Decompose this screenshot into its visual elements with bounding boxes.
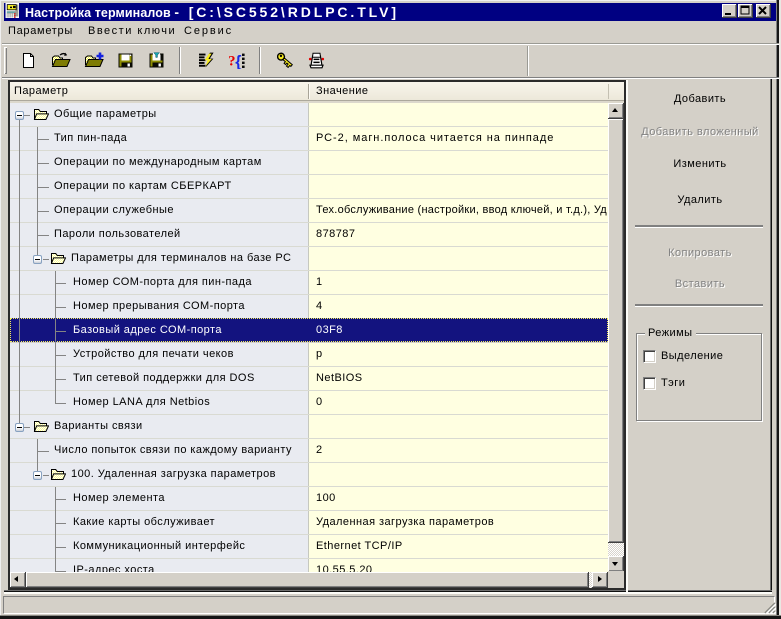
svg-text:{: {	[235, 54, 241, 70]
